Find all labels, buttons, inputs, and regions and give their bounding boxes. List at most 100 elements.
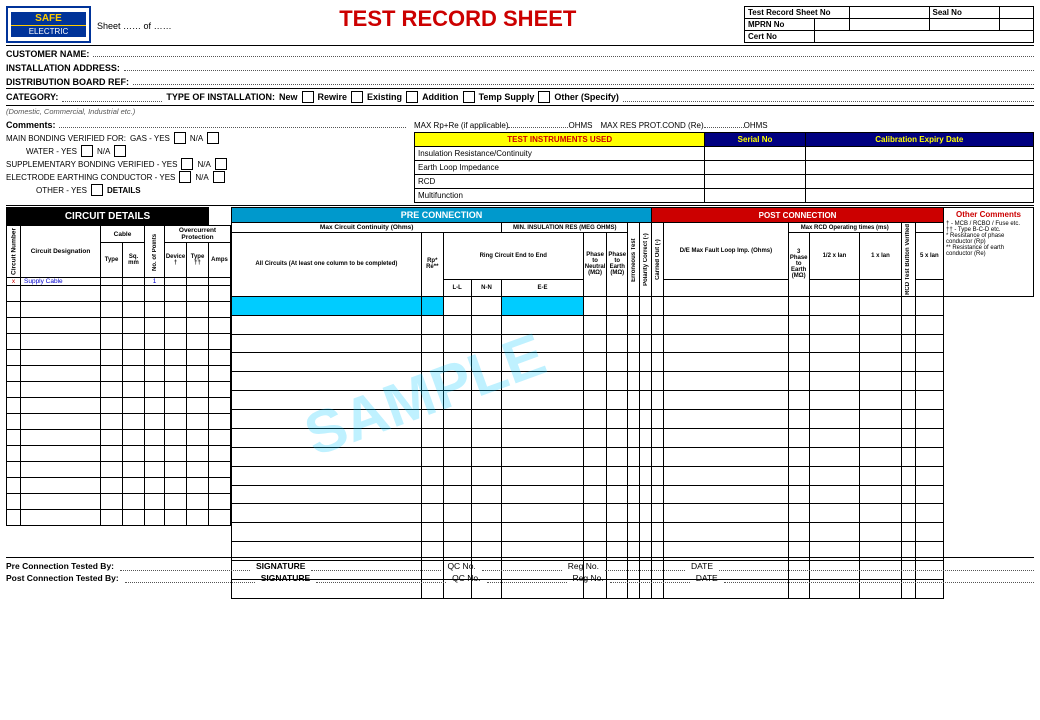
supply-na3[interactable]: N/A [502,296,583,315]
details-label: DETAILS [107,186,141,195]
meas-row-14 [232,542,1034,561]
post-tested-value[interactable] [125,573,255,583]
supply-na2[interactable]: N/A [421,296,443,315]
max-rcd-header: Max RCD Operating times (ms) [788,223,901,233]
existing-checkbox[interactable] [406,91,418,103]
electrode-yes-checkbox[interactable] [179,171,191,183]
supply-phase-earth[interactable] [607,296,628,315]
supply-cable-type[interactable] [101,277,123,285]
meas-row-6 [232,391,1034,410]
data-row-12 [7,445,231,461]
water-yes-checkbox[interactable] [81,145,93,157]
data-row-11 [7,429,231,445]
seal-no-label: Seal No [929,7,999,19]
mprn-3[interactable] [929,19,999,31]
instrument-cal-2[interactable] [805,161,1033,175]
instrument-cal-1[interactable] [805,147,1033,161]
overcurrent-header: Overcurrent Protection [165,226,231,243]
supply-cable-type-tt[interactable] [187,277,209,285]
supply-x5[interactable] [860,296,901,315]
comments-value[interactable] [59,118,406,128]
supply-polarity[interactable] [640,296,652,315]
cert-no-label: Cert No [745,31,815,43]
customer-name-value[interactable] [93,47,1034,57]
supply-de[interactable] [664,296,789,315]
meas-row-2 [232,315,1034,334]
supply-cable-device[interactable] [165,277,187,285]
supply-comments[interactable] [915,296,943,315]
supply-erroneous[interactable] [628,296,640,315]
instrument-serial-1[interactable] [705,147,805,161]
electrode-na-checkbox[interactable] [213,171,225,183]
supply-phase-neutral[interactable] [583,296,607,315]
temp-checkbox[interactable] [538,91,550,103]
addition-checkbox[interactable] [463,91,475,103]
pre-sig-value[interactable] [311,561,441,571]
pre-tested-label: Pre Connection Tested By: [6,561,114,571]
pre-date-value[interactable] [719,561,1034,571]
de-value-header [664,280,789,297]
bonding-section: MAIN BONDING VERIFIED FOR: GAS - YES N/A… [6,132,406,196]
post-tested-label: Post Connection Tested By: [6,573,119,583]
post-date-value[interactable] [724,573,1034,583]
other-yes-checkbox[interactable] [91,184,103,196]
meas-row-8 [232,428,1034,447]
pre-tested-value[interactable] [120,561,250,571]
supply-x1[interactable] [809,296,860,315]
meas-row-5 [232,372,1034,391]
post-reg-label: Reg No. [573,573,604,583]
water-na-checkbox[interactable] [114,145,126,157]
max-label: MAX Rp+Re (if applicable) [414,121,508,130]
pre-qc-value[interactable] [482,561,562,571]
carried-out-header: Carried Out (-) [652,223,664,297]
post-reg-value[interactable] [610,573,690,583]
post-sig-value[interactable] [316,573,446,583]
circuit-details-table: CIRCUIT DETAILS Circuit Number Circuit D… [6,207,231,526]
gas-yes-checkbox[interactable] [174,132,186,144]
installation-value[interactable] [124,61,1034,71]
new-checkbox[interactable] [302,91,314,103]
supply-carried[interactable] [652,296,664,315]
meas-row-7 [232,410,1034,429]
supp-yes-checkbox[interactable] [181,158,193,170]
gas-na-checkbox[interactable] [207,132,219,144]
supply-cable-amps[interactable] [209,277,231,285]
ohms1: OHMS [568,121,592,130]
water-row: WATER - YES N/A [26,145,406,157]
rewire-checkbox[interactable] [351,91,363,103]
seal-no-value[interactable] [999,7,1034,19]
supply-half-x[interactable] [788,296,809,315]
supply-rcd-test[interactable] [901,296,915,315]
distribution-value[interactable] [133,75,1034,85]
supply-ll[interactable] [443,296,471,315]
data-row-4 [7,317,231,333]
max-res-value[interactable] [704,118,744,128]
instrument-serial-2[interactable] [705,161,805,175]
pre-connection-header: PRE CONNECTION [232,208,652,223]
test-record-no-value[interactable] [849,7,929,19]
max-value[interactable] [508,118,568,128]
instrument-serial-3[interactable] [705,175,805,189]
mprn-4[interactable] [999,19,1034,31]
supply-nn[interactable] [471,296,502,315]
instrument-cal-4[interactable] [805,189,1033,203]
category-value[interactable] [62,92,162,102]
other-specify-value[interactable] [623,92,1034,102]
pre-footer-row: Pre Connection Tested By: SIGNATURE QC N… [6,561,1034,571]
nn-header: N-N [471,280,502,297]
supp-na-checkbox[interactable] [215,158,227,170]
data-row-14 [7,477,231,493]
mprn-2[interactable] [849,19,929,31]
instrument-serial-4[interactable] [705,189,805,203]
mprn-1[interactable] [815,19,850,31]
supply-cable-sqmm[interactable] [123,277,145,285]
supply-na1[interactable]: N/A [232,296,422,315]
instrument-cal-3[interactable] [805,175,1033,189]
pre-reg-value[interactable] [605,561,685,571]
instrument-row-3: RCD [415,175,705,189]
post-qc-value[interactable] [487,573,567,583]
x5-header: 5 x Ian [915,233,943,280]
ring-circuit-header: Ring Circuit End to End [443,233,583,280]
phase-neutral-header: Phase to Neutral (MΩ) [583,233,607,297]
cert-no-value[interactable] [815,31,1034,43]
